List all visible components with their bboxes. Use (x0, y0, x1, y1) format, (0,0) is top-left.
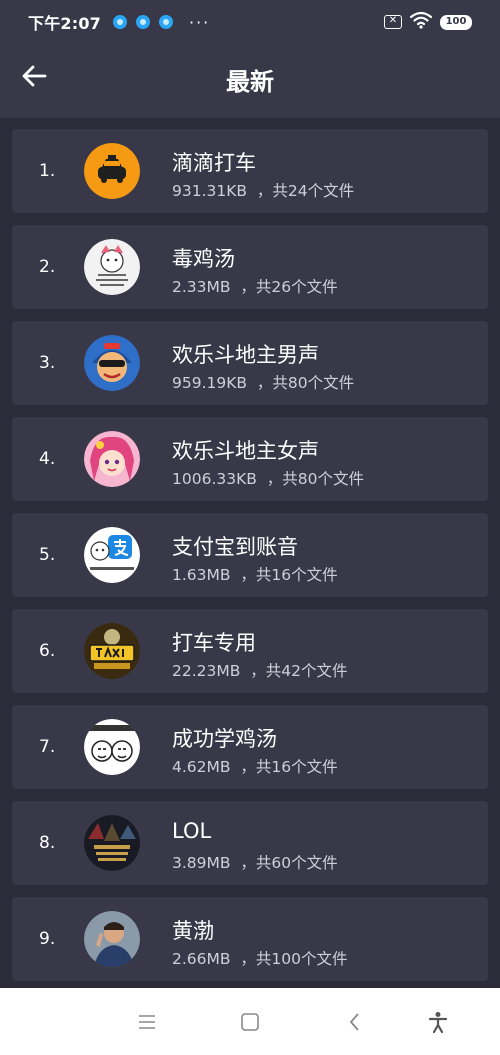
alipay-icon (84, 527, 140, 583)
meme-faces-icon (84, 719, 140, 775)
item-name: 支付宝到账音 (172, 535, 298, 559)
item-meta: 3.89MB ，共60个文件 (172, 851, 338, 873)
status-indicators: ✕ 100 (384, 11, 472, 33)
item-size: 931.31KB (172, 182, 248, 200)
item-name: 黄渤 (172, 919, 214, 943)
list-item[interactable]: 6. 打车专用 22.23MB ，共42个文件 (12, 609, 488, 693)
person-photo-icon (84, 911, 140, 967)
square-home-icon (241, 1013, 259, 1031)
item-count: ，共42个文件 (250, 662, 348, 680)
item-count: ，共24个文件 (256, 182, 355, 200)
list-item[interactable]: 2. 毒鸡汤 2.33MB ，共26个文件 (12, 225, 488, 309)
list-item[interactable]: 5. 支付宝到账音 1.63MB ，共16个文件 (12, 513, 488, 597)
item-count: ，共80个文件 (256, 374, 355, 392)
list-item[interactable]: 3. 欢乐斗地主男声 959.19KB ，共80个文件 (12, 321, 488, 405)
page-title: 最新 (226, 68, 274, 96)
item-index: 2. (39, 257, 56, 277)
notification-icons (113, 15, 173, 29)
item-size: 4.62MB (172, 758, 231, 776)
item-size: 2.66MB (172, 950, 231, 968)
app-header: 下午2:07 ··· ✕ 100 最新 (0, 0, 500, 118)
list-item[interactable]: 8. LOL 3.89MB ，共60个文件 (12, 801, 488, 885)
menu-icon (139, 1015, 155, 1029)
item-count: ，共26个文件 (240, 278, 338, 296)
menu-button[interactable] (133, 1008, 161, 1036)
list-item[interactable]: 4. 欢乐斗地主女声 1006.33KB ，共80个文件 (12, 417, 488, 501)
cartoon-boy-icon (84, 335, 140, 391)
item-name: 欢乐斗地主男声 (172, 343, 319, 367)
status-bar: 下午2:07 ··· ✕ 100 (0, 0, 500, 44)
item-index: 6. (39, 641, 56, 661)
status-time: 下午2:07 (28, 14, 101, 33)
item-name: 打车专用 (172, 631, 256, 655)
notification-app-icon (113, 15, 127, 29)
item-meta: 22.23MB ，共42个文件 (172, 659, 347, 681)
item-count: ，共16个文件 (240, 758, 338, 776)
item-size: 1.63MB (172, 566, 231, 584)
item-count: ，共100个文件 (240, 950, 348, 968)
item-meta: 931.31KB ，共24个文件 (172, 179, 354, 201)
item-meta: 4.62MB ，共16个文件 (172, 755, 338, 777)
notification-app-icon (136, 15, 150, 29)
no-sim-icon: ✕ (384, 15, 402, 29)
taxi-car-icon (84, 143, 140, 199)
league-of-legends-icon (84, 815, 140, 871)
cartoon-girl-icon (84, 431, 140, 487)
chevron-left-icon (349, 1013, 359, 1031)
item-index: 7. (39, 737, 56, 757)
item-name: 毒鸡汤 (172, 247, 235, 271)
system-nav-bar (0, 988, 500, 1055)
item-index: 5. (39, 545, 56, 565)
item-meta: 959.19KB ，共80个文件 (172, 371, 354, 393)
item-size: 3.89MB (172, 854, 231, 872)
item-name: 滴滴打车 (172, 151, 256, 175)
item-index: 3. (39, 353, 56, 373)
item-index: 4. (39, 449, 56, 469)
notification-app-icon (159, 15, 173, 29)
item-meta: 2.66MB ，共100个文件 (172, 947, 347, 969)
item-size: 1006.33KB (172, 470, 257, 488)
list-item[interactable]: 1. 滴滴打车 931.31KB ，共24个文件 (12, 129, 488, 213)
cartoon-face-icon (84, 239, 140, 295)
accessibility-icon (428, 1012, 448, 1033)
accessibility-button[interactable] (424, 1008, 452, 1036)
item-count: ，共80个文件 (266, 470, 364, 488)
list-item[interactable]: 9. 黄渤 2.66MB ，共100个文件 (12, 897, 488, 981)
wifi-icon (409, 11, 433, 33)
battery-icon: 100 (440, 14, 472, 30)
item-name: LOL (172, 819, 212, 843)
item-index: 8. (39, 833, 56, 853)
top-bar: 最新 (0, 44, 500, 114)
item-index: 9. (39, 929, 56, 949)
back-nav-button[interactable] (341, 1008, 369, 1036)
item-count: ，共16个文件 (240, 566, 338, 584)
item-size: 22.23MB (172, 662, 241, 680)
item-size: 959.19KB (172, 374, 248, 392)
item-meta: 1.63MB ，共16个文件 (172, 563, 338, 585)
item-name: 欢乐斗地主女声 (172, 439, 319, 463)
item-count: ，共60个文件 (240, 854, 338, 872)
more-notifications-icon: ··· (189, 12, 211, 32)
item-meta: 1006.33KB ，共80个文件 (172, 467, 364, 489)
item-meta: 2.33MB ，共26个文件 (172, 275, 338, 297)
home-button[interactable] (236, 1008, 264, 1036)
item-size: 2.33MB (172, 278, 231, 296)
taxi-sign-icon (84, 623, 140, 679)
list-item[interactable]: 7. 成功学鸡汤 4.62MB ，共16个文件 (12, 705, 488, 789)
item-index: 1. (39, 161, 56, 181)
item-name: 成功学鸡汤 (172, 727, 277, 751)
